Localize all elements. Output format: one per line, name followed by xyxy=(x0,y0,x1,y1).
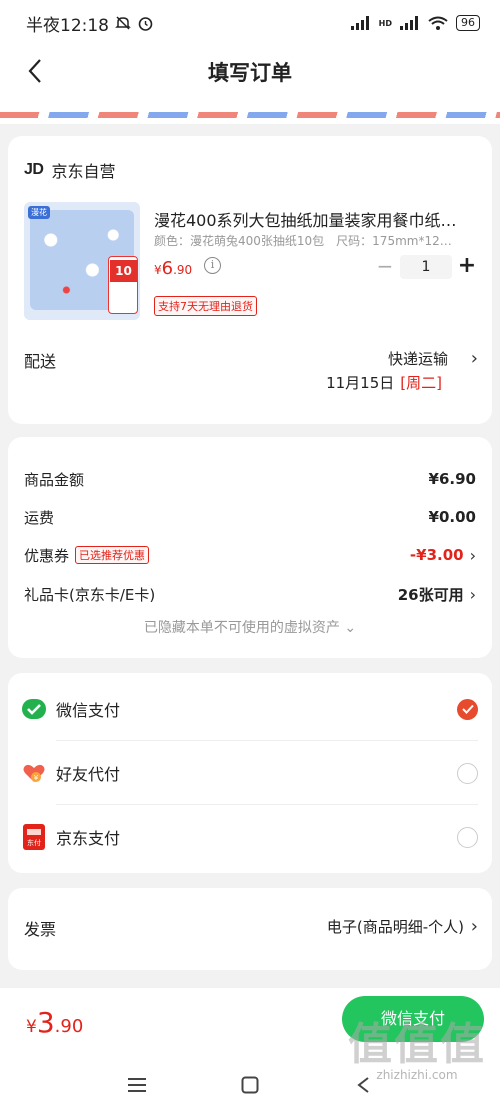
return-policy-badge: 支持7天无理由退货 xyxy=(154,296,257,316)
coupon-badge: 已选推荐优惠 xyxy=(75,546,150,564)
status-right: HD 96 xyxy=(350,15,480,31)
coupon-chevron-icon: › xyxy=(469,545,476,565)
product-title[interactable]: 漫花400系列大包抽纸加量装家用餐巾纸… xyxy=(154,207,478,231)
menu-button[interactable] xyxy=(122,1072,152,1098)
svg-text:¥: ¥ xyxy=(34,774,39,782)
product-image-count: 10包 xyxy=(110,260,137,300)
invoice-value: 电子(商品明细-个人) xyxy=(326,918,464,936)
home-square-icon xyxy=(241,1076,259,1094)
jd-logo-icon: JD xyxy=(24,161,44,178)
quantity-stepper: − 1 + xyxy=(370,255,482,279)
mute-icon xyxy=(115,16,131,30)
radio-wechat[interactable] xyxy=(457,698,478,720)
submit-pay-button[interactable]: 微信支付 xyxy=(342,996,484,1042)
invoice-card[interactable]: 发票 电子(商品明细-个人) › xyxy=(8,888,492,970)
shipping-date: 11月15日 [周二] xyxy=(326,374,442,392)
address-strip[interactable] xyxy=(0,98,500,124)
payment-methods-card: 微信支付 ¥ 好友代付 东付 京东支付 xyxy=(8,673,492,873)
system-nav-bar xyxy=(0,1060,500,1111)
chevron-left-icon xyxy=(28,59,41,83)
total-price: ¥ 3 .90 xyxy=(26,1006,84,1039)
status-left: 半夜12:18 xyxy=(26,11,154,36)
product-image-flag: 漫花 xyxy=(28,206,50,219)
row-coupon[interactable]: 优惠券 已选推荐优惠 -¥3.00 › xyxy=(24,543,476,567)
signal-icon-2 xyxy=(400,16,418,30)
quantity-input[interactable]: 1 xyxy=(400,255,452,279)
shop-row: JD 京东自营 xyxy=(24,158,115,182)
price-summary-card: 商品金额 ¥6.90 运费 ¥0.00 优惠券 已选推荐优惠 -¥3.00 › … xyxy=(8,437,492,658)
product-card: JD 京东自营 漫花 10包 漫花400系列大包抽纸加量装家用餐巾纸… 颜色：漫… xyxy=(8,136,492,424)
shipping-method[interactable]: 快递运输 xyxy=(388,348,448,369)
shipping-label: 配送 xyxy=(24,352,57,371)
product-spec[interactable]: 颜色：漫花萌兔400张抽纸10包 尺码：175mm*12… xyxy=(154,232,464,249)
shipping-chevron-icon[interactable]: › xyxy=(471,348,478,369)
checkout-bar: ¥ 3 .90 微信支付 xyxy=(0,988,500,1060)
system-back-button[interactable] xyxy=(348,1072,378,1098)
status-bar: 半夜12:18 HD 96 xyxy=(0,0,500,46)
hidden-assets-toggle[interactable]: 已隐藏本单不可使用的虚拟资产 ⌄ xyxy=(8,617,492,637)
decrease-button[interactable]: − xyxy=(370,255,400,279)
product-price: ¥ 6 .90 xyxy=(154,258,193,279)
product-image[interactable]: 漫花 10包 xyxy=(24,202,140,320)
back-button[interactable] xyxy=(20,56,50,86)
payment-option-jd[interactable]: 东付 京东支付 xyxy=(22,805,478,869)
battery-indicator: 96 xyxy=(456,15,480,31)
radio-friend[interactable] xyxy=(457,762,478,784)
menu-icon xyxy=(128,1078,146,1092)
check-icon xyxy=(461,704,474,714)
status-time: 半夜12:18 xyxy=(26,15,109,36)
nav-bar: 填写订单 xyxy=(0,46,500,98)
increase-button[interactable]: + xyxy=(452,255,482,279)
wechat-pay-icon xyxy=(22,697,46,721)
gift-card-chevron-icon: › xyxy=(469,584,476,604)
home-button[interactable] xyxy=(235,1072,265,1098)
invoice-chevron-icon: › xyxy=(470,916,478,937)
airmail-border xyxy=(0,112,500,118)
shop-name: 京东自营 xyxy=(51,162,116,181)
info-icon[interactable]: i xyxy=(204,257,221,274)
signal-icon xyxy=(350,16,369,30)
svg-text:东付: 东付 xyxy=(27,838,41,847)
jd-pay-icon: 东付 xyxy=(22,824,46,850)
payment-option-friend[interactable]: ¥ 好友代付 xyxy=(22,741,478,805)
invoice-label: 发票 xyxy=(24,920,57,939)
wifi-icon xyxy=(428,16,448,30)
radio-jd[interactable] xyxy=(457,826,478,848)
friend-pay-icon: ¥ xyxy=(22,761,46,785)
alarm-icon xyxy=(138,16,153,31)
payment-option-wechat[interactable]: 微信支付 xyxy=(22,677,478,741)
network-label: HD xyxy=(378,18,392,28)
back-triangle-icon xyxy=(357,1077,369,1093)
row-gift-card[interactable]: 礼品卡(京东卡/E卡) 26张可用 › xyxy=(24,582,476,606)
page-title: 填写订单 xyxy=(208,61,292,85)
row-shipping-fee: 运费 ¥0.00 xyxy=(24,508,476,527)
row-goods-amount: 商品金额 ¥6.90 xyxy=(24,470,476,489)
